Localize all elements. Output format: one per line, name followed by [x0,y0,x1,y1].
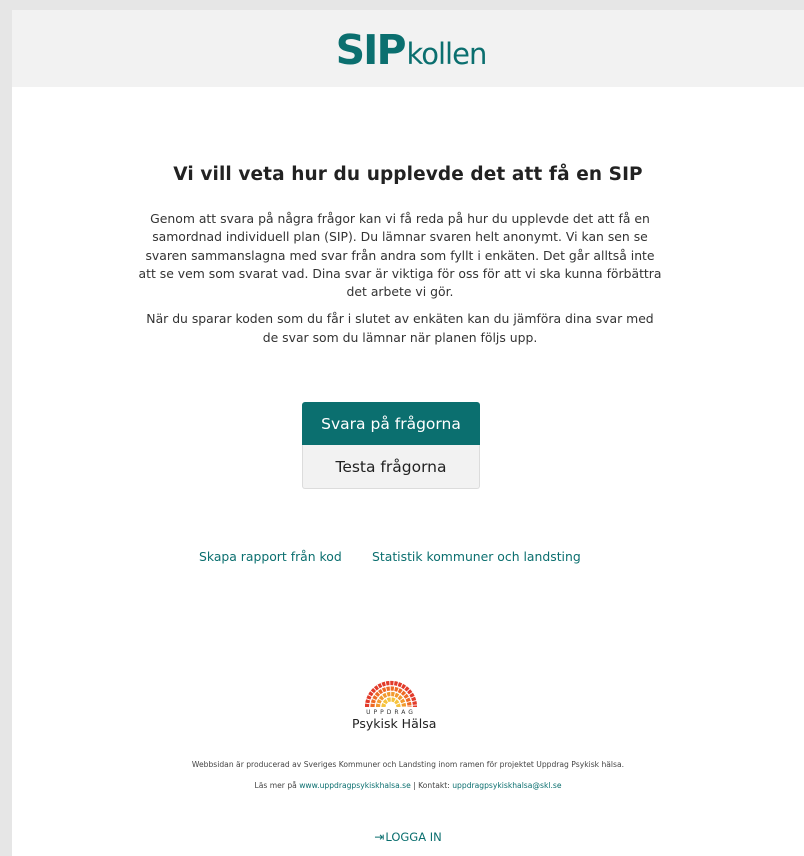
footer-read-more-label: Läs mer på [254,781,300,790]
website-link[interactable]: www.uppdragpsykiskhalsa.se [299,781,411,790]
logo-kollen-text: kollen [406,37,488,71]
email-link[interactable]: uppdragpsykiskhalsa@skl.se [452,781,561,790]
page: SIP kollen Vi vill veta hur du upplevde … [12,10,804,856]
login-link[interactable]: ⇥LOGGA IN [374,830,441,844]
create-report-link[interactable]: Skapa rapport från kod [199,549,342,564]
statistics-link[interactable]: Statistik kommuner och landsting [372,549,581,564]
logo-big-text: Psykisk Hälsa [352,716,437,731]
rainbow-arcs-icon [365,680,417,708]
login: ⇥LOGGA IN [12,830,804,844]
sign-in-icon: ⇥ [374,830,385,844]
test-questions-button[interactable]: Testa frågorna [302,445,480,489]
intro-paragraph-1: Genom att svara på några frågor kan vi f… [138,211,662,300]
logo-sip-text: SIP [335,26,407,74]
sipkollen-logo[interactable]: SIP kollen [335,26,488,74]
footer-credit: Webbsidan är producerad av Sveriges Komm… [191,760,625,769]
footer-contact: Läs mer på www.uppdragpsykiskhalsa.se | … [12,781,804,790]
intro-paragraph-2: När du sparar koden som du får i slutet … [146,311,654,345]
uppdrag-psykisk-halsa-logo: UPPDRAG Psykisk Hälsa [352,674,437,731]
page-title: Vi vill veta hur du upplevde det att få … [173,164,643,185]
answer-questions-button[interactable]: Svara på frågorna [302,402,480,445]
login-label: LOGGA IN [385,830,442,844]
header: SIP kollen [12,10,804,87]
rainbow-arc [381,697,401,708]
footer-separator: | Kontakt: [410,781,453,790]
logo-small-text: UPPDRAG [366,709,416,716]
intro-text: Genom att svara på några frågor kan vi f… [138,210,662,347]
